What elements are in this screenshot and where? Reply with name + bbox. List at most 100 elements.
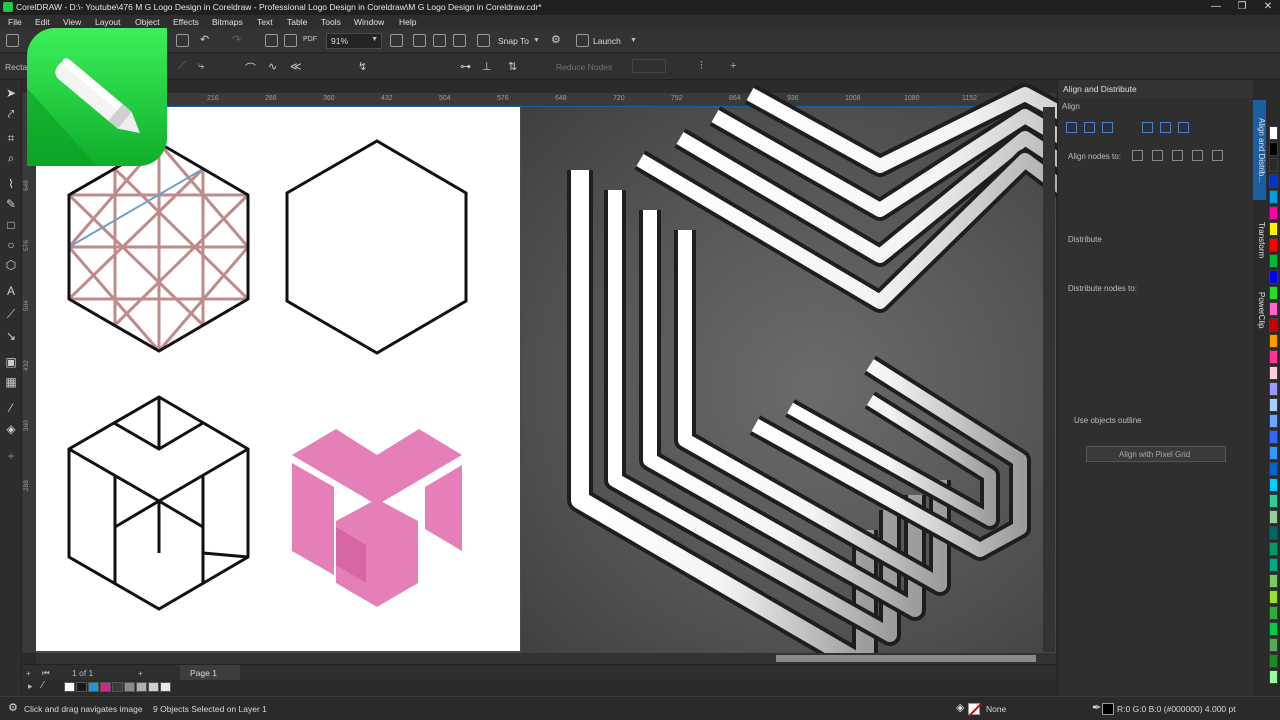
align-center-v-button[interactable]: [1160, 122, 1171, 133]
menu-object[interactable]: Object: [135, 17, 160, 27]
menu-bitmaps[interactable]: Bitmaps: [212, 17, 243, 27]
swatch-dark-gray[interactable]: [112, 682, 123, 692]
align-left-button[interactable]: [1066, 122, 1077, 133]
swatch[interactable]: [1269, 334, 1278, 348]
smooth-node-icon[interactable]: ∿: [268, 60, 277, 73]
add-page-icon[interactable]: +: [26, 668, 31, 678]
swatch[interactable]: [1269, 366, 1278, 380]
eyedropper-icon[interactable]: ⁄: [3, 400, 19, 416]
swatch-light-gray[interactable]: [136, 682, 147, 692]
align-to-active-button[interactable]: [1132, 150, 1143, 161]
tab-powerclip[interactable]: PowerClip: [1253, 280, 1266, 340]
swatch-magenta[interactable]: [100, 682, 111, 692]
swatch[interactable]: [1269, 382, 1278, 396]
swatch[interactable]: [1269, 270, 1278, 284]
close-curve-icon[interactable]: ↯: [358, 60, 367, 73]
align-center-h-button[interactable]: [1084, 122, 1095, 133]
launch-label[interactable]: Launch: [593, 36, 621, 46]
plain-hexagon[interactable]: [285, 139, 468, 355]
align-top-button[interactable]: [1142, 122, 1153, 133]
align-to-page-button[interactable]: [1152, 150, 1163, 161]
swatch-white[interactable]: [64, 682, 75, 692]
add-tool-icon[interactable]: +: [3, 448, 19, 464]
swatch[interactable]: [1269, 190, 1278, 204]
full-screen-icon[interactable]: [390, 34, 403, 47]
swatch[interactable]: [1269, 622, 1278, 636]
swatch[interactable]: [1269, 398, 1278, 412]
swatch-lightest-gray[interactable]: [160, 682, 171, 692]
menu-edit[interactable]: Edit: [35, 17, 50, 27]
align-bottom-button[interactable]: [1178, 122, 1189, 133]
swatch[interactable]: [1269, 206, 1278, 220]
select-all-nodes-icon[interactable]: ⫶: [700, 60, 703, 73]
ellipse-tool-icon[interactable]: ○: [3, 237, 19, 253]
no-fill-swatch[interactable]: [968, 703, 982, 717]
reduce-nodes-button[interactable]: Reduce Nodes: [556, 62, 612, 72]
swatch[interactable]: [1269, 462, 1278, 476]
cusp-node-icon[interactable]: ≪: [290, 60, 302, 73]
curve-smoothness-field[interactable]: [632, 59, 666, 73]
guidelines-icon[interactable]: [453, 34, 466, 47]
tab-align-distribute[interactable]: Align and Distrib...: [1253, 100, 1266, 200]
mg-line-art[interactable]: [67, 395, 250, 611]
import-icon[interactable]: [265, 34, 278, 47]
swatch[interactable]: [1269, 318, 1278, 332]
menu-file[interactable]: File: [8, 17, 22, 27]
eyedropper-icon[interactable]: ⁄: [42, 680, 44, 691]
swatch[interactable]: [1269, 238, 1278, 252]
mg-pink-logo[interactable]: [292, 429, 462, 607]
vertical-scrollbar[interactable]: [1043, 107, 1055, 652]
menu-table[interactable]: Table: [287, 17, 307, 27]
vertical-ruler[interactable]: 648 576 504 432 360 288: [22, 93, 36, 653]
swatch[interactable]: [1269, 526, 1278, 540]
gear-icon[interactable]: ⚙: [8, 701, 18, 714]
node-tool-icon[interactable]: ⟋: [178, 60, 186, 73]
menu-window[interactable]: Window: [354, 17, 384, 27]
rectangle-tool-icon[interactable]: □: [3, 217, 19, 233]
align-to-grid-button[interactable]: [1192, 150, 1203, 161]
swatch-gray[interactable]: [124, 682, 135, 692]
swatch-black[interactable]: [1269, 142, 1278, 156]
swatch[interactable]: [1269, 446, 1278, 460]
zoom-tool-icon[interactable]: ⌕: [3, 150, 19, 166]
curve-tool-icon[interactable]: ⤷: [198, 60, 204, 73]
align-nodes-h-icon[interactable]: ⊶: [460, 60, 471, 73]
drawing-page[interactable]: [36, 107, 520, 651]
swatch[interactable]: [1269, 222, 1278, 236]
rulers-icon[interactable]: [413, 34, 426, 47]
swatch[interactable]: [1269, 286, 1278, 300]
swatch[interactable]: [1269, 654, 1278, 668]
freehand-tool-icon[interactable]: ⌇: [3, 176, 19, 192]
gear-icon[interactable]: ⚙: [551, 33, 561, 46]
align-nodes-v-icon[interactable]: ⊥: [482, 60, 492, 73]
align-pixel-button[interactable]: Align with Pixel Grid: [1086, 446, 1226, 462]
swatch[interactable]: [1269, 574, 1278, 588]
to-curve-icon[interactable]: ⌒: [245, 60, 256, 76]
grid-icon[interactable]: [433, 34, 446, 47]
fill-tool-icon[interactable]: ◈: [3, 421, 19, 437]
swatch[interactable]: [1269, 478, 1278, 492]
swatch[interactable]: [1269, 542, 1278, 556]
page-tab[interactable]: Page 1: [180, 665, 240, 681]
swatch[interactable]: [1269, 670, 1278, 684]
text-tool-icon[interactable]: A: [3, 283, 19, 299]
pick-tool-icon[interactable]: ➤: [3, 85, 19, 101]
scroll-thumb[interactable]: [776, 655, 1036, 662]
polygon-tool-icon[interactable]: ⬡: [3, 257, 19, 273]
menu-help[interactable]: Help: [399, 17, 416, 27]
new-document-icon[interactable]: [6, 34, 19, 47]
swatch[interactable]: [1269, 510, 1278, 524]
swatch[interactable]: [1269, 494, 1278, 508]
swatch[interactable]: [1269, 174, 1278, 188]
crop-tool-icon[interactable]: ⌗: [3, 130, 19, 146]
add-icon[interactable]: +: [730, 60, 736, 72]
transparency-icon[interactable]: ▦: [3, 374, 19, 390]
export-icon[interactable]: [284, 34, 297, 47]
swatch[interactable]: [1269, 558, 1278, 572]
swatch[interactable]: [1269, 302, 1278, 316]
pdf-icon[interactable]: PDF: [303, 36, 317, 43]
drop-shadow-icon[interactable]: ▣: [3, 354, 19, 370]
menu-text[interactable]: Text: [257, 17, 273, 27]
swatch-no-color[interactable]: [1269, 126, 1278, 140]
swatch[interactable]: [1269, 158, 1278, 172]
